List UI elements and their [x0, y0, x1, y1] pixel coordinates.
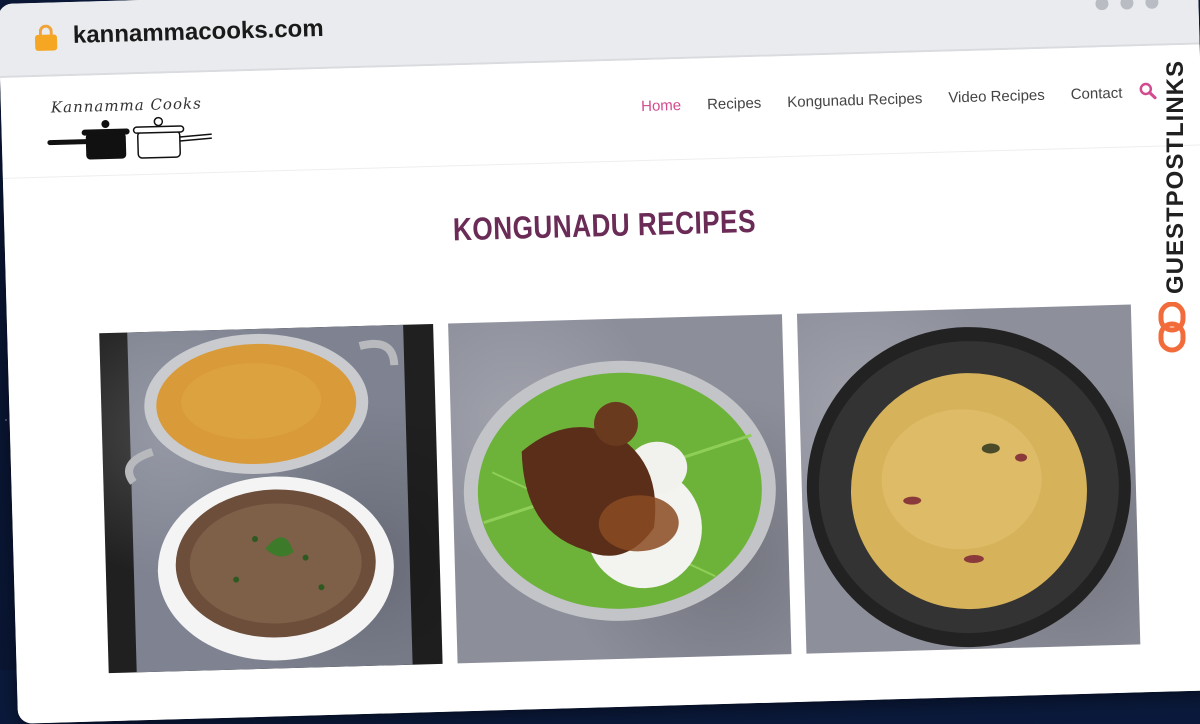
window-dot-icon	[1095, 0, 1109, 11]
recipe-card-image[interactable]	[448, 314, 792, 664]
lock-icon	[34, 24, 58, 51]
window-controls	[1095, 0, 1159, 11]
main-nav: Home Recipes Kongunadu Recipes Video Rec…	[641, 85, 1123, 115]
site-logo[interactable]: Kannamma Cooks	[45, 94, 217, 169]
window-dot-icon	[1145, 0, 1159, 9]
page-title: KONGUNADU RECIPES	[452, 202, 757, 248]
search-icon[interactable]	[1139, 82, 1157, 100]
watermark: GUESTPOSTLINKS	[1158, 58, 1190, 358]
site-page: Kannamma Cooks Home Recipes Kongunadu Re…	[0, 44, 1200, 724]
window-dot-icon	[1120, 0, 1134, 10]
nav-item-kongunadu-recipes[interactable]: Kongunadu Recipes	[787, 90, 923, 111]
nav-item-home[interactable]: Home	[641, 97, 681, 115]
recipe-card-image[interactable]	[99, 323, 443, 674]
link-icon	[1158, 302, 1186, 353]
recipe-card-image[interactable]	[796, 304, 1141, 654]
nav-item-contact[interactable]: Contact	[1070, 85, 1122, 103]
nav-item-recipes[interactable]: Recipes	[707, 95, 762, 114]
browser-window: kannammacooks.com Kannamma Cooks Home Re…	[0, 0, 1200, 724]
url-text[interactable]: kannammacooks.com	[73, 15, 324, 50]
nav-item-video-recipes[interactable]: Video Recipes	[948, 87, 1045, 107]
watermark-text: GUESTPOSTLINKS	[1162, 59, 1189, 294]
